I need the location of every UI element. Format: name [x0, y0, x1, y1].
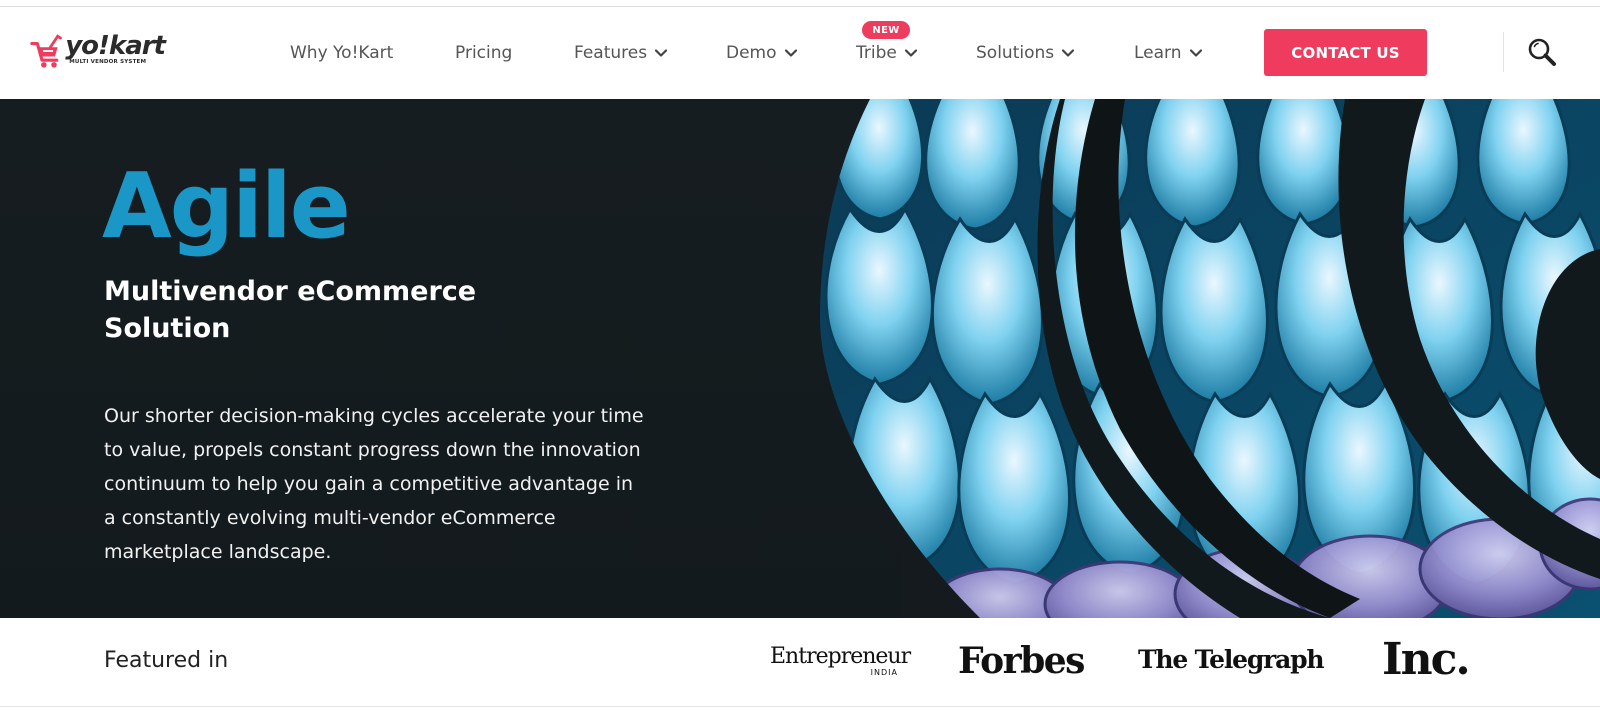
nav-label: Why Yo!Kart [290, 43, 394, 63]
entrepreneur-wordmark: Entrepreneur [770, 644, 911, 669]
nav-label: Demo [726, 43, 777, 63]
nav-label: Features [574, 43, 648, 63]
logo-tagline: MULTI VENDOR SYSTEM [69, 59, 147, 65]
featured-in-label: Featured in [104, 648, 229, 673]
entrepreneur-india-logo: Entrepreneur INDIA [770, 646, 911, 678]
chevron-down-icon [655, 49, 668, 57]
nav-label: Pricing [455, 43, 513, 63]
nav-label: Tribe [856, 43, 897, 63]
nav-label: Solutions [976, 43, 1055, 63]
logo-wordmark: yo!kart [65, 31, 166, 61]
chevron-down-icon [1189, 49, 1202, 57]
yokart-logo[interactable]: yo!kart MULTI VENDOR SYSTEM [30, 31, 166, 77]
search-icon[interactable] [1527, 37, 1557, 67]
bottom-border [0, 706, 1600, 707]
nav-item-pricing[interactable]: Pricing [455, 7, 512, 99]
featured-in-strip: Featured in Entrepreneur INDIA Forbes Th… [0, 618, 1600, 708]
nav-item-demo[interactable]: Demo [726, 7, 797, 99]
telegraph-logo: The Telegraph [1138, 645, 1325, 674]
forbes-logo: Forbes [958, 640, 1085, 682]
hero-subtitle: Multivendor eCommerce Solution [104, 276, 477, 344]
chevron-down-icon [1062, 49, 1075, 57]
new-badge: NEW [862, 21, 910, 39]
nav-item-why-yokart[interactable]: Why Yo!Kart [290, 7, 393, 99]
inc-logo: Inc. [1382, 634, 1471, 685]
hero-section: Agile Multivendor eCommerce Solution Our… [0, 99, 1600, 618]
nav-label: Learn [1134, 43, 1182, 63]
nav-item-features[interactable]: Features [574, 7, 668, 99]
nav-divider [1503, 32, 1504, 72]
cart-logo-icon [30, 34, 62, 68]
chevron-down-icon [784, 49, 797, 57]
hero-description: Our shorter decision-making cycles accel… [104, 405, 644, 563]
nav-item-solutions[interactable]: Solutions [976, 7, 1075, 99]
entrepreneur-sub: INDIA [870, 668, 898, 677]
contact-us-button[interactable]: CONTACT US [1264, 29, 1427, 76]
chevron-down-icon [904, 49, 917, 57]
nav-item-learn[interactable]: Learn [1134, 7, 1202, 99]
site-header: yo!kart MULTI VENDOR SYSTEM Why Yo!Kart … [0, 7, 1600, 99]
hero-title: Agile [102, 154, 351, 259]
